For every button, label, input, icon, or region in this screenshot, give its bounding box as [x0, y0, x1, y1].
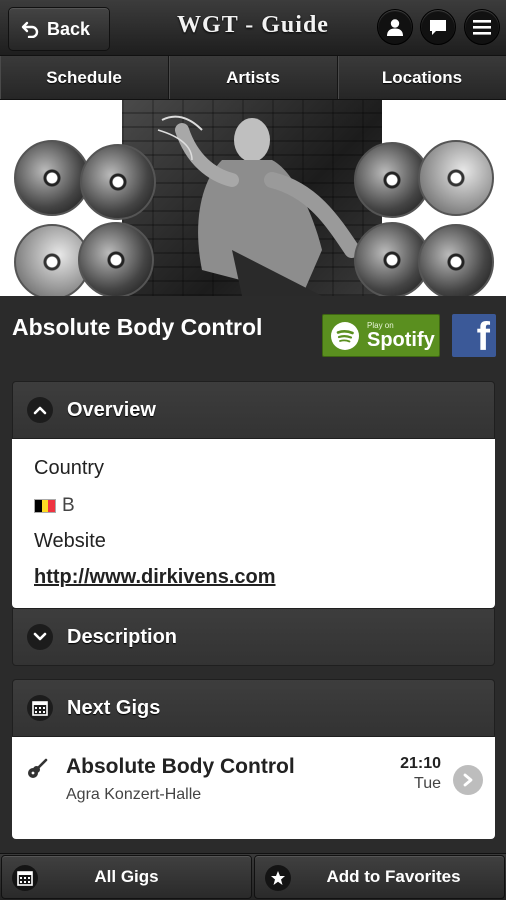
add-to-favorites-label: Add to Favorites — [326, 867, 461, 886]
gig-day: Tue — [414, 775, 441, 792]
gig-title: Absolute Body Control — [66, 755, 295, 778]
spotify-icon — [331, 321, 359, 350]
description-title: Description — [67, 625, 178, 648]
country-value-row: B — [34, 495, 75, 517]
tab-schedule[interactable]: Schedule — [0, 56, 169, 99]
guitar-icon — [28, 758, 48, 778]
main-nav: Schedule Artists Locations — [0, 56, 506, 100]
next-gigs-list: Absolute Body Control Agra Konzert-Halle… — [12, 737, 495, 839]
back-button-label: Back — [47, 18, 91, 39]
app-title: WGT - Guide — [177, 12, 329, 38]
chat-icon[interactable] — [420, 9, 456, 45]
chat-glyph — [430, 20, 446, 35]
user-glyph — [387, 19, 403, 36]
menu-glyph — [473, 20, 491, 35]
user-icon[interactable] — [377, 9, 413, 45]
website-label: Website — [34, 530, 106, 552]
album-disc-2 — [80, 144, 156, 220]
website-link[interactable]: http://www.dirkivens.com — [34, 566, 276, 589]
bottom-toolbar: All Gigs Add to Favorites — [0, 853, 506, 900]
tab-artists[interactable]: Artists — [169, 56, 338, 99]
gig-venue: Agra Konzert-Halle — [66, 786, 202, 803]
back-arrow-icon — [21, 21, 39, 38]
artist-photo — [122, 100, 382, 296]
next-gigs-section: Next Gigs Absolute Body Control Agra Kon… — [12, 679, 495, 839]
facebook-icon: f — [476, 315, 490, 357]
star-icon — [265, 865, 291, 891]
add-to-favorites-button[interactable]: Add to Favorites — [254, 855, 505, 899]
menu-icon[interactable] — [464, 9, 500, 45]
chevron-down-icon — [27, 624, 53, 650]
play-on-spotify-button[interactable]: Play on Spotify — [322, 314, 440, 357]
album-disc-6 — [418, 140, 494, 216]
all-gigs-label: All Gigs — [94, 867, 159, 886]
spotify-big-label: Spotify — [367, 328, 435, 351]
album-disc-4 — [78, 222, 154, 296]
overview-body: Country B Website http://www.dirkivens.c… — [12, 439, 495, 608]
chevron-up-icon — [27, 397, 53, 423]
tab-locations[interactable]: Locations — [338, 56, 506, 99]
artist-name: Absolute Body Control — [12, 314, 263, 340]
overview-title: Overview — [67, 398, 156, 421]
all-gigs-button[interactable]: All Gigs — [1, 855, 252, 899]
album-disc-1 — [14, 140, 90, 216]
calendar-icon — [27, 695, 53, 721]
description-section: Description — [12, 608, 495, 666]
next-gigs-header: Next Gigs — [12, 679, 495, 737]
artist-figure — [157, 115, 360, 296]
calendar-icon — [12, 865, 38, 891]
app-header: Back WGT - Guide — [0, 0, 506, 56]
belgium-flag-icon — [34, 499, 56, 513]
country-label: Country — [34, 457, 105, 479]
chevron-right-icon[interactable] — [453, 765, 483, 795]
gig-list-item[interactable]: Absolute Body Control Agra Konzert-Halle… — [12, 737, 495, 839]
overview-section: Overview Country B Website http://www.di… — [12, 381, 495, 608]
album-disc-8 — [418, 224, 494, 296]
gig-time: 21:10 — [400, 755, 441, 772]
spotify-label: Play on Spotify — [367, 321, 435, 351]
country-value: B — [62, 495, 75, 516]
back-button[interactable]: Back — [8, 7, 110, 51]
facebook-button[interactable]: f — [452, 314, 496, 357]
next-gigs-title: Next Gigs — [67, 696, 161, 719]
overview-header[interactable]: Overview — [12, 381, 495, 439]
description-header[interactable]: Description — [12, 608, 495, 666]
spotify-glyph — [336, 329, 354, 342]
artist-banner-image — [0, 100, 506, 296]
